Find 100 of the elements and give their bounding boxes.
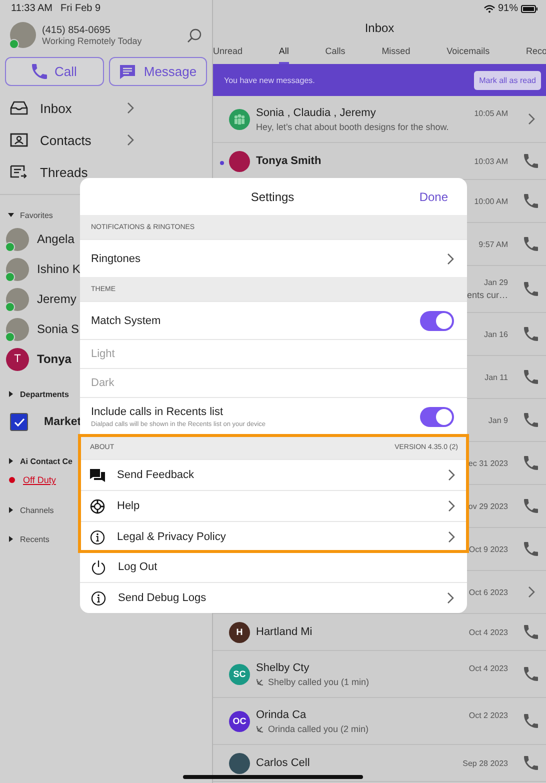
lifebuoy-icon [90, 498, 105, 514]
phone-icon[interactable] [524, 456, 538, 470]
checkbox[interactable] [10, 413, 28, 431]
toggle-switch[interactable] [420, 310, 454, 330]
message-button[interactable]: Message [108, 57, 207, 86]
timestamp: Oct 6 2023 [468, 588, 508, 596]
done-button[interactable]: Done [413, 188, 454, 204]
tab[interactable]: Voicemails [446, 40, 490, 64]
info-icon [91, 590, 106, 606]
status-date: Fri Feb 9 [60, 3, 101, 16]
contact-name: Orinda Ca [256, 708, 306, 720]
timestamp: Jan 29 [484, 278, 508, 287]
phone-icon[interactable] [524, 413, 538, 427]
conversation-row[interactable]: Sonia , Claudia , Jeremy 10:05 AM Hey, let’s chat about booth designs for the show. [213, 96, 546, 143]
nav-item[interactable]: Threads [40, 164, 202, 180]
phone-icon[interactable] [524, 327, 538, 341]
contact-name: Hartland Mi [256, 626, 312, 638]
setting-label: Send Feedback [117, 469, 196, 481]
tab[interactable]: Missed [382, 40, 410, 64]
setting-label: Match System [91, 314, 162, 326]
phone-icon[interactable] [524, 667, 538, 681]
timestamp: 10:03 AM [474, 157, 508, 166]
settings-row[interactable]: Send Feedback [79, 459, 468, 490]
status-link[interactable]: Off Duty [23, 475, 56, 485]
mark-all-read-button[interactable]: Mark all as read [474, 70, 541, 90]
chevron-icon [448, 469, 455, 481]
contact-name: Tonya Smith [256, 155, 322, 167]
conversation-row[interactable]: SC Shelby Cty Oct 4 2023 Shelby called you (1 min) [213, 651, 546, 698]
conversation-row[interactable]: OC Orinda Ca Oct 2 2023 Orinda called you (2 min) [213, 698, 546, 745]
info-icon [90, 530, 105, 544]
section-header[interactable]: Channels [20, 506, 54, 514]
message-preview: Shelby called you (1 min) [268, 676, 370, 686]
section-header[interactable]: Recents [20, 534, 50, 544]
avatar: T [6, 348, 29, 370]
phone-icon[interactable] [524, 625, 538, 639]
setting-label: Include calls in Recents list [91, 406, 224, 418]
settings-row[interactable]: Help [79, 490, 468, 521]
inbox-title: Inbox [364, 20, 396, 37]
timestamp: 10:00 AM [474, 196, 508, 206]
timestamp: Jan 11 [484, 372, 508, 382]
message-preview: ents cur… [466, 290, 508, 300]
collapsed-triangle-icon[interactable] [8, 536, 14, 542]
timestamp: Oct 2 2023 [468, 710, 508, 720]
nav-item[interactable]: Contacts [40, 132, 115, 148]
phone-icon[interactable] [524, 499, 538, 513]
message-icon [118, 64, 136, 80]
battery-icon [521, 4, 538, 12]
favorite-contact[interactable]: Ishino K [37, 262, 80, 276]
chevron-icon [447, 592, 454, 604]
tab[interactable]: Calls [325, 40, 346, 64]
phone-icon[interactable] [524, 154, 538, 168]
settings-row[interactable]: Send Debug Logs [80, 582, 467, 613]
collapsed-triangle-icon[interactable] [8, 507, 14, 513]
timestamp: Oct 9 2023 [468, 544, 508, 554]
message-preview: Orinda called you (2 min) [268, 724, 369, 734]
power-icon [91, 560, 106, 574]
tab[interactable]: Unread [213, 40, 243, 64]
favorite-contact[interactable]: Jeremy [37, 292, 76, 306]
collapsed-triangle-icon[interactable] [8, 391, 14, 397]
setting-label: Log Out [118, 561, 158, 573]
timestamp: Jan 9 [488, 416, 508, 424]
phone-icon[interactable] [524, 542, 538, 556]
phone-icon[interactable] [524, 237, 538, 251]
call-button[interactable]: Call [5, 57, 104, 86]
favorite-contact[interactable]: Tonya [37, 352, 72, 366]
search-icon[interactable] [187, 28, 202, 42]
phone-icon[interactable] [32, 64, 47, 79]
favorite-contact[interactable]: Sonia S [37, 322, 80, 336]
phone-icon[interactable] [524, 370, 538, 384]
phone-icon[interactable] [524, 756, 538, 770]
wifi-icon [484, 4, 495, 12]
phone-number: (415) 854-0695 [42, 24, 112, 36]
settings-row[interactable]: Log Out [80, 552, 467, 582]
phone-icon[interactable] [524, 194, 538, 208]
timestamp: 9:57 AM [478, 240, 508, 248]
phone-icon[interactable] [524, 714, 538, 728]
setting-label: Send Debug Logs [118, 592, 208, 604]
conversation-row[interactable]: H Hartland Mi Oct 4 2023 [213, 614, 546, 651]
contact-name: Carlos Cell [256, 757, 310, 769]
expanded-triangle-icon[interactable] [8, 212, 14, 218]
collapsed-triangle-icon[interactable] [8, 458, 14, 464]
section-header[interactable]: Ai Contact Ce [20, 456, 72, 466]
section-header[interactable]: Favorites [20, 210, 53, 220]
status-text: Working Remotely Today [42, 36, 143, 46]
contact-name: Sonia , Claudia , Jeremy [256, 106, 376, 118]
chevron-icon [448, 500, 455, 512]
avatar: OC [229, 710, 250, 732]
timestamp: ov 29 2023 [468, 502, 508, 510]
contact-name: Shelby Cty [256, 662, 310, 674]
chevron-icon [448, 531, 455, 543]
message-preview: Hey, let’s chat about booth designs for the show. [256, 122, 449, 132]
phone-icon[interactable] [524, 282, 538, 296]
avatar: SC [229, 664, 250, 684]
setting-label: Help [117, 500, 141, 512]
setting-label: Ringtones [91, 252, 142, 264]
settings-row[interactable]: Legal & Privacy Policy [79, 521, 468, 552]
favorite-contact[interactable]: Angela [37, 232, 74, 246]
nav-item[interactable]: Inbox [40, 100, 115, 116]
section-header[interactable]: Departments [20, 390, 69, 398]
toggle-switch[interactable] [420, 406, 454, 426]
